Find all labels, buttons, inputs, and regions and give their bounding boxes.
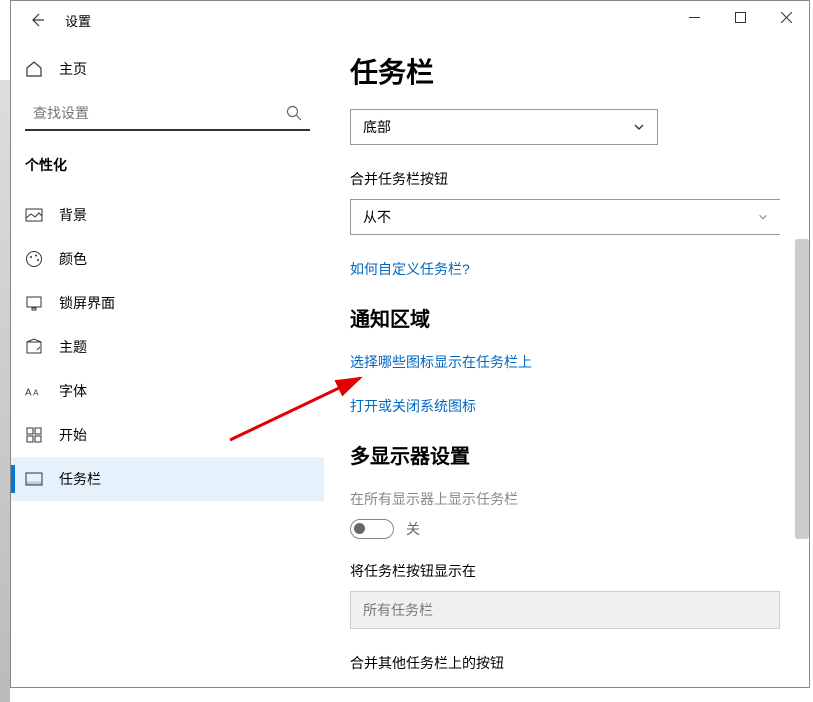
page-edge-decoration — [0, 80, 10, 702]
sidebar-item-label: 任务栏 — [59, 469, 101, 489]
multimonitor-header: 多显示器设置 — [350, 440, 783, 469]
home-label: 主页 — [59, 59, 87, 79]
lockscreen-icon — [25, 294, 43, 312]
select-icons-link[interactable]: 选择哪些图标显示在任务栏上 — [350, 352, 783, 372]
minimize-icon — [689, 12, 700, 23]
search-icon — [286, 105, 302, 121]
svg-text:A: A — [25, 388, 32, 399]
themes-icon — [25, 338, 43, 356]
sidebar-item-lockscreen[interactable]: 锁屏界面 — [11, 281, 324, 325]
show-buttons-label: 将任务栏按钮显示在 — [350, 561, 783, 581]
dropdown-value: 从不 — [363, 207, 391, 227]
svg-text:A: A — [33, 389, 39, 398]
dropdown-value: 底部 — [363, 117, 391, 137]
show-all-monitors-toggle-row: 关 — [350, 519, 783, 539]
font-icon: AA — [25, 384, 43, 398]
content-area: 任务栏 底部 合并任务栏按钮 从不 如何自定义任务栏? 通知区域 选择哪些图标显… — [324, 39, 809, 687]
page-title: 任务栏 — [350, 51, 783, 91]
settings-window: 设置 主页 — [10, 0, 810, 688]
combine-other-label: 合并其他任务栏上的按钮 — [350, 653, 783, 673]
show-all-monitors-label: 在所有显示器上显示任务栏 — [350, 489, 783, 509]
close-button[interactable] — [763, 1, 809, 33]
dropdown-value: 所有任务栏 — [363, 600, 433, 620]
sidebar-item-label: 字体 — [59, 381, 87, 401]
scrollbar-thumb[interactable] — [795, 239, 809, 539]
back-button[interactable] — [19, 2, 55, 38]
sidebar-item-background[interactable]: 背景 — [11, 193, 324, 237]
sidebar-item-themes[interactable]: 主题 — [11, 325, 324, 369]
taskbar-icon — [25, 470, 43, 488]
toggle-state-text: 关 — [406, 519, 420, 539]
home-nav[interactable]: 主页 — [11, 49, 324, 89]
window-controls — [671, 1, 809, 33]
home-icon — [25, 60, 43, 78]
sidebar-item-start[interactable]: 开始 — [11, 413, 324, 457]
show-all-monitors-toggle[interactable] — [350, 519, 394, 539]
maximize-icon — [735, 12, 746, 23]
sidebar-item-colors[interactable]: 颜色 — [11, 237, 324, 281]
maximize-button[interactable] — [717, 1, 763, 33]
sidebar-item-fonts[interactable]: AA 字体 — [11, 369, 324, 413]
sidebar-item-taskbar[interactable]: 任务栏 — [11, 457, 324, 501]
combine-label: 合并任务栏按钮 — [350, 169, 783, 189]
search-input[interactable] — [33, 105, 286, 121]
customize-taskbar-link[interactable]: 如何自定义任务栏? — [350, 259, 783, 279]
titlebar: 设置 — [11, 1, 809, 39]
chevron-down-icon — [633, 121, 645, 133]
sidebar-item-label: 锁屏界面 — [59, 293, 115, 313]
combine-buttons-dropdown[interactable]: 从不 — [350, 199, 780, 235]
category-header: 个性化 — [11, 149, 324, 193]
search-box[interactable] — [25, 97, 310, 131]
sidebar-item-label: 开始 — [59, 425, 87, 445]
picture-icon — [25, 206, 43, 224]
window-title: 设置 — [65, 11, 91, 30]
chevron-down-icon — [758, 212, 768, 222]
start-icon — [25, 426, 43, 444]
palette-icon — [25, 250, 43, 268]
toggle-knob — [354, 523, 365, 534]
minimize-button[interactable] — [671, 1, 717, 33]
sidebar-item-label: 颜色 — [59, 249, 87, 269]
sidebar: 主页 个性化 背景 颜色 锁屏界面 — [11, 39, 324, 687]
show-buttons-dropdown: 所有任务栏 — [350, 591, 780, 629]
system-icons-link[interactable]: 打开或关闭系统图标 — [350, 396, 783, 416]
arrow-left-icon — [29, 12, 45, 28]
notification-area-header: 通知区域 — [350, 303, 783, 332]
sidebar-item-label: 主题 — [59, 337, 87, 357]
sidebar-item-label: 背景 — [59, 205, 87, 225]
taskbar-position-dropdown[interactable]: 底部 — [350, 109, 658, 145]
close-icon — [781, 12, 792, 23]
body-area: 主页 个性化 背景 颜色 锁屏界面 — [11, 39, 809, 687]
